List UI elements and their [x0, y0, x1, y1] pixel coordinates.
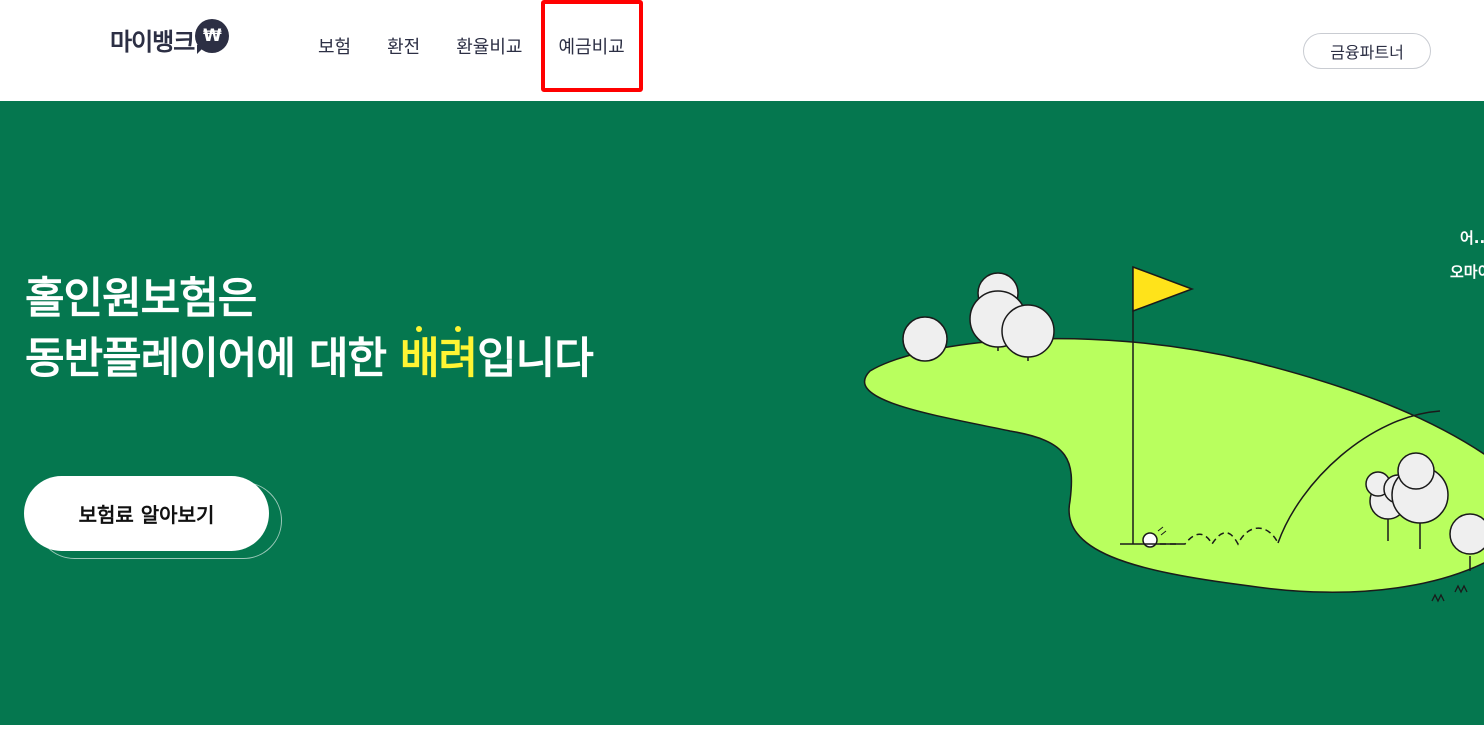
main-nav: 보험 환전 환율비교 예금비교: [300, 0, 643, 92]
fairway-shape: [863, 337, 1484, 593]
hero-title-line1: 홀인원보험은: [25, 274, 257, 324]
golf-course-illustration: [863, 265, 1484, 603]
hero-title-prefix: 동반플레이어에 대한: [25, 334, 400, 384]
logo[interactable]: 마이뱅크 ₩: [110, 19, 230, 62]
site-header: 마이뱅크 ₩ 보험 환전 환율비교 예금비교 금융파트너: [0, 0, 1484, 101]
page-bottom-strip: [0, 725, 1484, 729]
hero-title-suffix: 입니다: [477, 334, 594, 384]
nav-item-exchange[interactable]: 환전: [369, 0, 438, 92]
nav-item-rate-compare[interactable]: 환율비교: [438, 0, 540, 92]
hero-banner: 홀인원보험은 동반플레이어에 대한 배려입니다 보험료 알아보기 어. 오마: [0, 101, 1484, 725]
hero-title: 홀인원보험은 동반플레이어에 대한 배려입니다: [25, 269, 594, 389]
financial-partner-button[interactable]: 금융파트너: [1303, 33, 1431, 69]
logo-badge-tail: [197, 45, 207, 54]
nav-item-insurance[interactable]: 보험: [300, 0, 369, 92]
speech-line-2: 오마이: [1450, 263, 1484, 281]
hero-title-line2: 동반플레이어에 대한 배려입니다: [25, 326, 594, 389]
check-premium-button[interactable]: 보험료 알아보기: [24, 476, 269, 551]
nav-item-deposit-compare[interactable]: 예금비교: [540, 0, 643, 92]
golf-ball-icon: [1142, 532, 1158, 548]
hero-title-accent-text: 배려: [399, 334, 478, 384]
hero-title-accent: 배려: [399, 326, 478, 384]
won-icon: ₩: [195, 19, 230, 54]
grass-marks: [1431, 584, 1468, 603]
speech-line-1: 어...: [1460, 229, 1484, 247]
logo-text: 마이뱅크: [110, 28, 195, 56]
